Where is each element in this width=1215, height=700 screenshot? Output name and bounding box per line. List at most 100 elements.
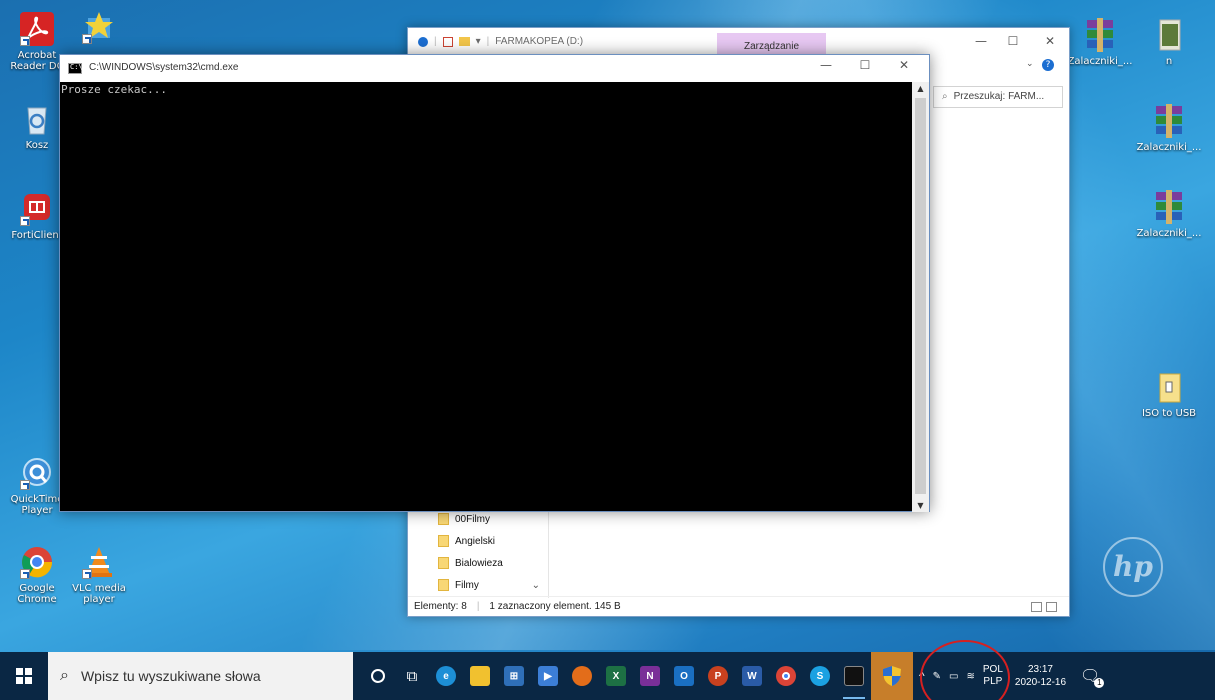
scroll-down-icon[interactable]: ⌄: [532, 580, 540, 591]
cmd-titlebar[interactable]: C:\WINDOWS\system32\cmd.exe — ☐ ✕: [60, 55, 929, 82]
taskbar-task-view[interactable]: ⧉: [395, 652, 429, 700]
file-explorer-icon: [470, 666, 490, 686]
winrar-icon: [1083, 18, 1117, 52]
scroll-down-icon[interactable]: ▼: [912, 501, 929, 510]
search-input[interactable]: ⌕ Przeszukaj: FARM...: [933, 86, 1063, 108]
taskbar-onenote[interactable]: N: [633, 652, 667, 700]
forticlient-icon: [20, 192, 54, 226]
edge-icon: e: [436, 666, 456, 686]
nav-item-label: 00Filmy: [455, 513, 491, 525]
taskbar-search-input[interactable]: ⌕ Wpisz tu wyszukiwane słowa: [48, 652, 353, 700]
taskbar-cortana[interactable]: [361, 652, 395, 700]
vlc-icon: [82, 545, 116, 579]
search-placeholder: Wpisz tu wyszukiwane słowa: [80, 668, 261, 684]
chrome-icon: [20, 545, 54, 579]
minimize-button[interactable]: —: [966, 34, 996, 48]
taskbar-word[interactable]: W: [735, 652, 769, 700]
folder-icon: [438, 535, 449, 547]
desktop-icon-zalaczniki-2[interactable]: Zalaczniki_...: [1134, 104, 1204, 153]
taskbar-media[interactable]: ▶: [531, 652, 565, 700]
nav-item-filmy[interactable]: Filmy ⌄: [408, 574, 548, 596]
cortana-icon: [371, 669, 385, 683]
taskbar-file-explorer[interactable]: [463, 652, 497, 700]
ribbon-expand-icon[interactable]: ⌄: [1026, 59, 1034, 69]
folder-icon: [1152, 370, 1186, 404]
firefox-icon: [572, 666, 592, 686]
explorer-title: FARMAKOPEA (D:): [495, 36, 584, 47]
winrar-icon: [1152, 104, 1186, 138]
desktop-icon-label: n: [1165, 56, 1173, 67]
cmd-icon: [68, 63, 83, 74]
taskbar-chrome[interactable]: [769, 652, 803, 700]
selection-info: 1 zaznaczony element. 145 B: [489, 601, 621, 612]
maximize-button[interactable]: ☐: [998, 34, 1028, 48]
desktop-icon-label: Google Chrome: [17, 583, 57, 605]
nav-item-label: Filmy: [455, 579, 479, 591]
action-center-button[interactable]: 🗨 1: [1080, 666, 1105, 688]
store-icon: ⊞: [504, 666, 524, 686]
maximize-button[interactable]: ☐: [850, 58, 880, 72]
properties-icon[interactable]: [418, 36, 428, 47]
minimize-button[interactable]: —: [811, 58, 841, 72]
desktop-icon-n[interactable]: n: [1134, 18, 1204, 67]
clock[interactable]: 23:17 2020-12-16: [1015, 663, 1066, 689]
hp-logo: hp: [1103, 537, 1163, 597]
taskbar-firefox[interactable]: [565, 652, 599, 700]
search-icon: ⌕: [60, 667, 69, 684]
taskbar-store[interactable]: ⊞: [497, 652, 531, 700]
desktop-icon-vlc[interactable]: VLC media player: [64, 545, 134, 605]
hp-logo-text: hp: [1113, 550, 1153, 583]
help-icon[interactable]: ?: [1042, 59, 1054, 71]
taskbar-cmd[interactable]: [837, 652, 871, 700]
outlook-icon: O: [674, 666, 694, 686]
scrollbar-thumb[interactable]: [915, 98, 926, 494]
details-view-icon[interactable]: [1031, 602, 1042, 612]
checkbox-icon[interactable]: [442, 36, 453, 47]
cmd-title: C:\WINDOWS\system32\cmd.exe: [89, 62, 239, 73]
quicktime-icon: [20, 456, 54, 490]
start-button[interactable]: [0, 652, 48, 700]
large-icons-view-icon[interactable]: [1046, 602, 1057, 612]
search-icon: ⌕: [942, 91, 948, 102]
chrome-icon: [776, 666, 796, 686]
taskbar-edge[interactable]: e: [429, 652, 463, 700]
taskbar-outlook[interactable]: O: [667, 652, 701, 700]
clock-time: 23:17: [1027, 664, 1053, 675]
folder-icon: [438, 513, 449, 525]
desktop-icon-setup[interactable]: [64, 10, 134, 48]
scroll-up-icon[interactable]: ▲: [912, 84, 929, 93]
desktop-icon-label: Zalaczniki_...: [1136, 142, 1202, 153]
command-prompt-window[interactable]: C:\WINDOWS\system32\cmd.exe — ☐ ✕ Prosze…: [59, 54, 930, 512]
status-bar: Elementy: 8 | 1 zaznaczony element. 145 …: [408, 596, 1069, 616]
acrobat-icon: [20, 12, 54, 46]
vertical-scrollbar[interactable]: ▲ ▼: [912, 82, 929, 512]
setup-shortcut-icon: [82, 10, 116, 44]
nav-item-label: Angielski: [455, 535, 496, 547]
desktop-icon-zalaczniki-3[interactable]: Zalaczniki_...: [1134, 190, 1204, 239]
taskbar-uac-prompt[interactable]: [871, 652, 913, 700]
powerpoint-icon: P: [708, 666, 728, 686]
nav-item-bialowieza[interactable]: Bialowieza: [408, 552, 548, 574]
nav-item-label: Bialowieza: [455, 557, 503, 569]
desktop-icon-zalaczniki-1[interactable]: Zalaczniki_...: [1065, 18, 1135, 67]
onenote-icon: N: [640, 666, 660, 686]
taskbar-excel[interactable]: X: [599, 652, 633, 700]
new-folder-icon[interactable]: [458, 37, 470, 46]
nav-item-angielski[interactable]: Angielski: [408, 530, 548, 552]
dropdown-icon[interactable]: ▾: [476, 36, 481, 47]
desktop-icon-iso-to-usb[interactable]: ISO to USB: [1134, 370, 1204, 419]
image-icon: [1152, 18, 1186, 52]
desktop-icon-label: Zalaczniki_...: [1136, 228, 1202, 239]
taskbar-skype[interactable]: S: [803, 652, 837, 700]
pane-divider[interactable]: [548, 498, 549, 598]
console-output[interactable]: Prosze czekac...: [60, 82, 912, 512]
desktop-icon-label: ISO to USB: [1141, 408, 1197, 419]
taskbar-powerpoint[interactable]: P: [701, 652, 735, 700]
close-button[interactable]: ✕: [889, 58, 919, 72]
media-icon: ▶: [538, 666, 558, 686]
desktop-icon-chrome[interactable]: Google Chrome: [2, 545, 72, 605]
navigation-pane[interactable]: 00Filmy Angielski Bialowieza Filmy ⌄: [408, 498, 548, 598]
notification-count: 1: [1094, 678, 1105, 688]
close-button[interactable]: ✕: [1035, 34, 1065, 48]
desktop-icon-label: Zalaczniki_...: [1067, 56, 1133, 67]
